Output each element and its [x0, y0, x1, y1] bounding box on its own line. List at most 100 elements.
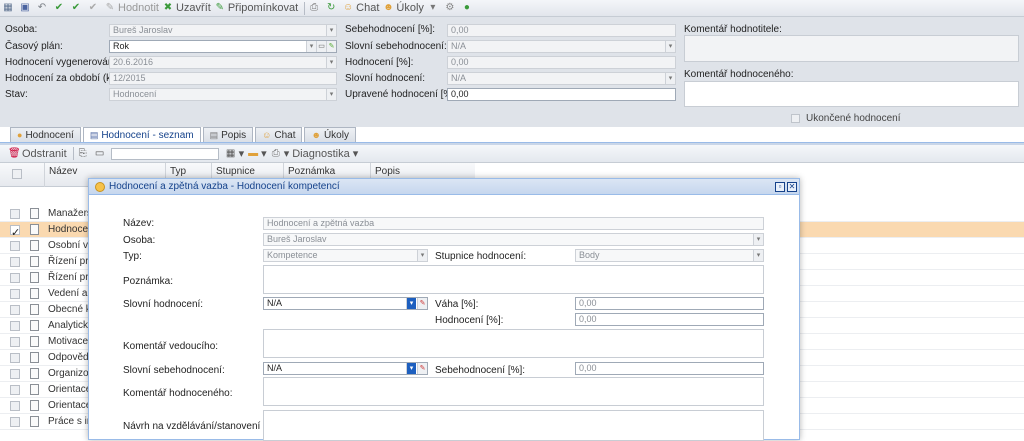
dialog-title: Hodnocení a zpětná vazba - Hodnocení kom… [109, 181, 340, 192]
stav-field: Hodnocení ▾ [109, 88, 337, 101]
document-icon [30, 224, 39, 235]
eval-pct-field: 0,00 [447, 56, 676, 69]
dlg-lead-comment-label: Komentář vedoucího: [123, 341, 219, 352]
tab-hodnoceni[interactable]: ● Hodnocení [10, 127, 81, 143]
tab-popis[interactable]: ▤ Popis [202, 127, 254, 143]
generated-label: Hodnocení vygenerováno: [5, 57, 122, 68]
document-icon [30, 320, 39, 331]
self-pct-field: 0,00 [447, 24, 676, 37]
gear-icon[interactable]: ⚙ [444, 1, 458, 16]
document-icon [30, 336, 39, 347]
dlg-weight-input[interactable]: 0,00 [575, 297, 764, 310]
tab-ukoly[interactable]: ☻ Úkoly [304, 127, 356, 143]
tab-bar: ● Hodnocení ▤ Hodnocení - seznam ▤ Popis ☺ C… [10, 127, 358, 143]
dlg-training-label: Návrh na vzdělávání/stanovení cílů: [123, 421, 282, 432]
self-pct-label: Sebehodnocení [%]: [345, 24, 436, 35]
verbal-field: N/A ▾ [447, 72, 676, 85]
plan-select[interactable]: Rok ▾ ▭ ✎ [109, 40, 337, 53]
document-icon [30, 384, 39, 395]
dlg-pct-input[interactable]: 0,00 [575, 313, 764, 326]
dlg-evaluated-comment-input[interactable] [263, 377, 764, 406]
delete-button[interactable]: 🗑 Odstranit [8, 146, 67, 161]
grid-toolbar: 🗑 Odstranit ⎘ ▭ ▦ ▾ ▬ ▾ ⎙ ▾ Diagnostika ▾ [0, 145, 1024, 163]
dlg-note-label: Poznámka: [123, 276, 174, 287]
dlg-typ-field: Kompetence ▾ [263, 249, 428, 262]
dlg-name-label: Název: [123, 218, 155, 229]
dlg-training-input[interactable] [263, 410, 764, 441]
check-circle-icon[interactable]: ✔ [70, 1, 84, 16]
evaluator-comment-label: Komentář hodnotitele: [684, 24, 782, 35]
finished-checkbox[interactable]: Ukončené hodnocení [791, 113, 901, 124]
document-icon [30, 256, 39, 267]
dialog-titlebar[interactable]: Hodnocení a zpětná vazba - Hodnocení kom… [89, 179, 799, 195]
tab-hodnoceni-seznam[interactable]: ▤ Hodnocení - seznam [82, 127, 201, 143]
undo-icon[interactable]: ↶ [36, 1, 50, 16]
verbal-label: Slovní hodnocení: [345, 73, 426, 84]
stav-label: Stav: [5, 89, 28, 100]
dlg-self-verbal-select[interactable]: N/A ▾ ✎ [263, 362, 428, 375]
grid-icon[interactable]: ▦ [2, 1, 16, 16]
dlg-lead-comment-input[interactable] [263, 329, 764, 358]
columns-icon[interactable]: ▦ ▾ [225, 146, 244, 161]
export-icon[interactable]: ⎘ [77, 146, 91, 161]
adjusted-input[interactable]: 0,00 [447, 88, 676, 101]
evaluated-comment-label: Komentář hodnoceného: [684, 69, 794, 80]
refresh-icon[interactable]: ↻ [325, 1, 339, 16]
comment-button[interactable]: ✎ Připomínkovat [214, 1, 299, 16]
dlg-self-pct-input[interactable]: 0,00 [575, 362, 764, 375]
grid-search-input[interactable] [110, 147, 219, 160]
plan-label: Časový plán: [5, 41, 63, 52]
self-verbal-field: N/A ▾ [447, 40, 676, 53]
self-verbal-label: Slovní sebehodnocení: [345, 41, 447, 52]
document-icon [30, 208, 39, 219]
save-icon[interactable]: ▣ [19, 1, 33, 16]
check-disabled-icon: ✔ [88, 2, 98, 13]
competence-dialog: Hodnocení a zpětná vazba - Hodnocení kom… [88, 178, 800, 441]
evaluate-icon: ✎ [105, 2, 115, 13]
print-grid-icon[interactable]: ⎙ ▾ [270, 146, 290, 161]
document-icon [30, 288, 39, 299]
period-field: 12/2015 [109, 72, 337, 85]
tasks-button[interactable]: ☻ Úkoly [382, 1, 424, 16]
generated-field: 20.6.2016 ▾ [109, 56, 337, 69]
osoba-label: Osoba: [5, 24, 38, 35]
print-icon[interactable]: ⎙ [308, 1, 322, 16]
tab-chat[interactable]: ☺ Chat [255, 127, 303, 143]
dlg-verbal-label: Slovní hodnocení: [123, 299, 204, 310]
document-icon [30, 352, 39, 363]
dialog-icon [95, 182, 105, 192]
select-all-checkbox[interactable] [8, 163, 28, 187]
tasks-icon: ☻ [383, 2, 394, 13]
document-icon [30, 400, 39, 411]
main-toolbar: ▦ ▣ ↶ ✔ ✔ ✔ ✎ Hodnotit ✖ Uzavřít ✎ Připomín… [0, 0, 1024, 17]
close-eval-icon: ✖ [163, 2, 173, 13]
dlg-note-input[interactable] [263, 265, 764, 294]
diagnostics-button[interactable]: Diagnostika ▾ [292, 146, 358, 161]
evaluator-comment-field [684, 35, 1019, 62]
dropdown-icon[interactable]: ▾ [427, 1, 441, 16]
close-icon[interactable]: ✕ [787, 182, 797, 192]
dlg-pct-label: Hodnocení [%]: [435, 315, 504, 326]
osoba-field: Bureš Jaroslav ▾ [109, 24, 337, 37]
dlg-self-verbal-label: Slovní sebehodnocení: [123, 365, 225, 376]
check-icon[interactable]: ✔ [53, 1, 67, 16]
maximize-icon[interactable]: ▫ [775, 182, 785, 192]
dlg-name-field: Hodnocení a zpětná vazba [263, 217, 764, 230]
chat-icon: ☺ [343, 2, 354, 13]
dlg-typ-label: Typ: [123, 251, 142, 262]
dlg-verbal-select[interactable]: N/A ▾ ✎ [263, 297, 428, 310]
chat-button[interactable]: ☺ Chat [342, 1, 379, 16]
adjusted-label: Upravené hodnocení [%]: [345, 89, 458, 100]
filter-icon[interactable]: ▬ ▾ [247, 146, 267, 161]
document-icon [30, 368, 39, 379]
document-icon [30, 240, 39, 251]
help-icon[interactable]: ● [461, 1, 475, 16]
close-evaluation-button[interactable]: ✖ Uzavřít [162, 1, 211, 16]
report-icon[interactable]: ▭ [94, 146, 108, 161]
evaluated-comment-input[interactable] [684, 81, 1019, 107]
trash-icon: 🗑 [8, 147, 21, 159]
evaluate-button: ✎ Hodnotit [105, 2, 159, 14]
period-label: Hodnocení za období (k): [5, 73, 118, 84]
dlg-scale-label: Stupnice hodnocení: [435, 251, 527, 262]
dlg-scale-field: Body ▾ [575, 249, 764, 262]
